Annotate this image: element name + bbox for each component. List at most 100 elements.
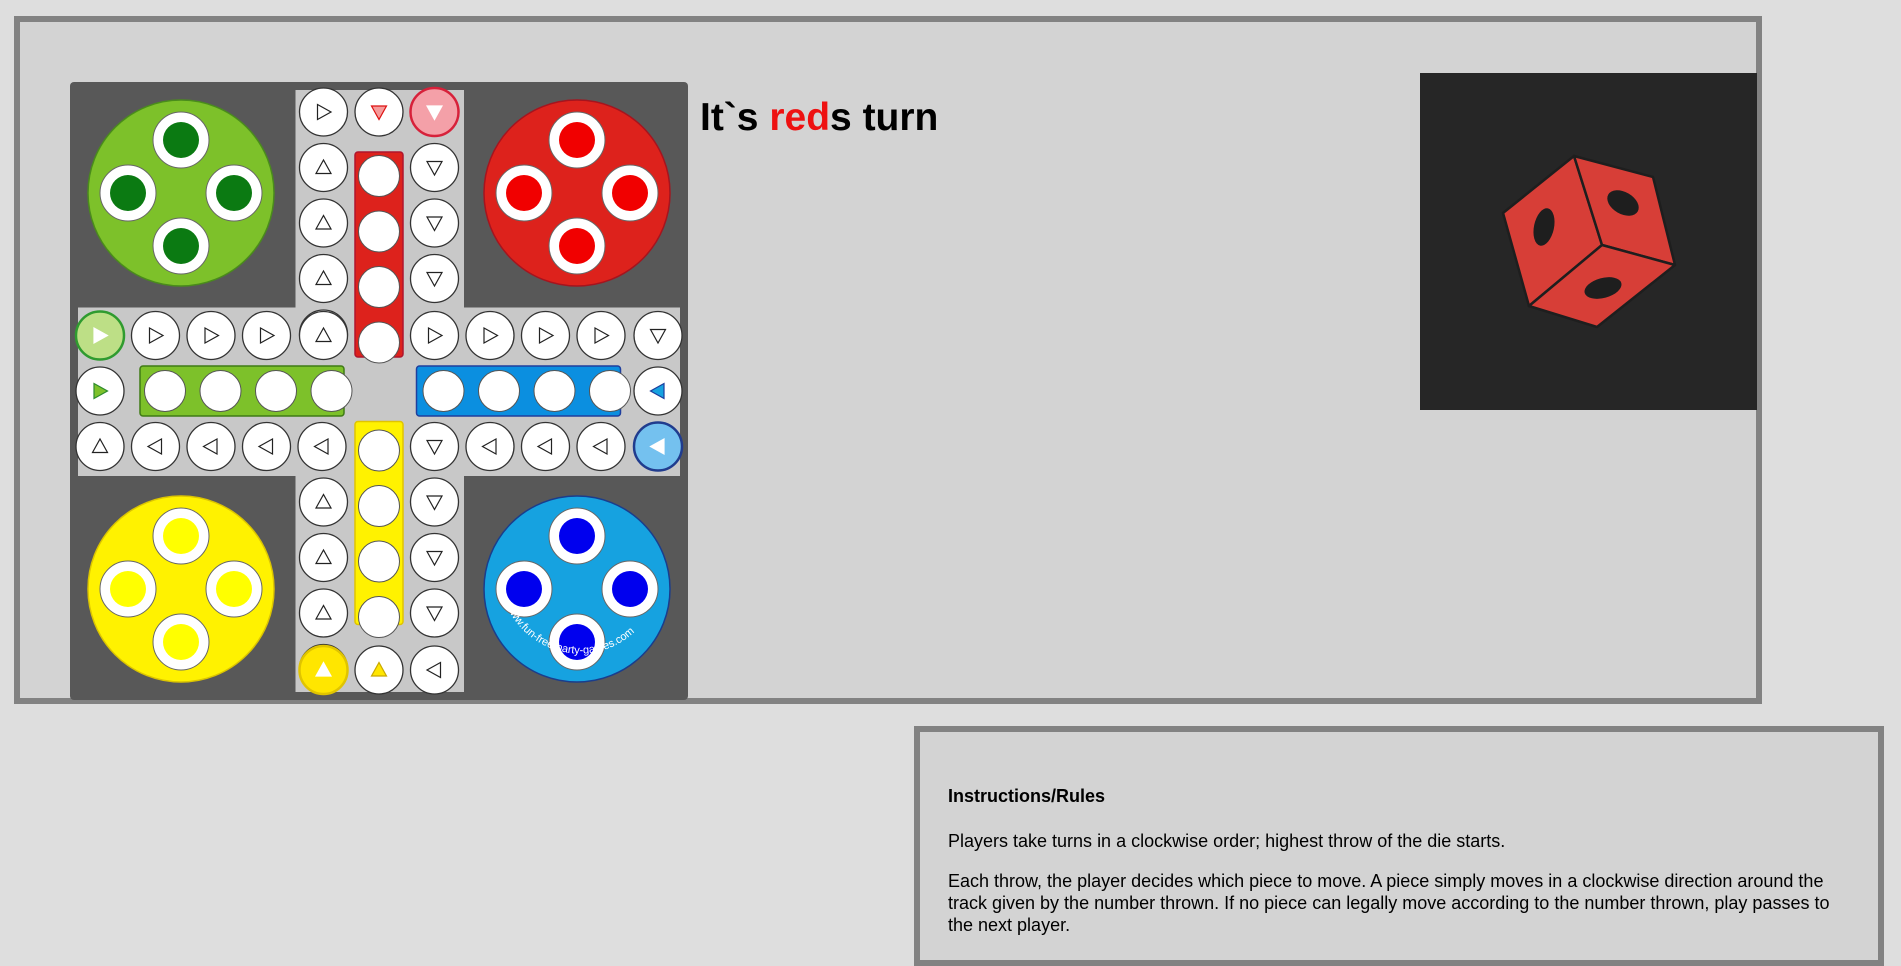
blue-start-cell[interactable]	[632, 421, 684, 472]
track-cell[interactable]	[186, 310, 236, 361]
cell-circle	[409, 588, 460, 638]
track-cell[interactable]	[298, 87, 349, 137]
track-cell[interactable]	[465, 310, 515, 361]
track-cell[interactable]	[520, 310, 571, 361]
yard-slot[interactable]	[205, 560, 263, 618]
track-cell[interactable]	[298, 310, 349, 361]
track-cell[interactable]	[409, 645, 460, 695]
track-cell[interactable]	[409, 421, 460, 472]
track-cell[interactable]	[520, 421, 571, 472]
home-cell[interactable]	[358, 321, 400, 364]
game-piece[interactable]	[110, 175, 146, 211]
game-piece[interactable]	[110, 571, 146, 607]
track-cell[interactable]	[298, 198, 349, 248]
track-cell[interactable]	[409, 253, 460, 304]
track-cell[interactable]	[409, 588, 460, 638]
home-cell[interactable]	[199, 370, 242, 412]
cell-circle	[298, 87, 349, 137]
yard-slot[interactable]	[548, 217, 606, 275]
home-cell[interactable]	[358, 540, 400, 583]
yard-slot[interactable]	[495, 560, 553, 618]
track-cell[interactable]	[298, 253, 349, 304]
home-cell[interactable]	[589, 370, 631, 412]
track-cell[interactable]	[297, 421, 347, 472]
track-cell[interactable]	[409, 477, 460, 527]
track-cell[interactable]	[465, 421, 515, 472]
cell-circle	[465, 310, 515, 361]
yard-slot[interactable]	[152, 217, 210, 275]
track-cell[interactable]	[354, 645, 404, 695]
yard-slot[interactable]	[548, 111, 606, 169]
yard-slot[interactable]	[152, 507, 210, 565]
yard-slot[interactable]	[152, 613, 210, 671]
game-piece[interactable]	[216, 175, 252, 211]
cell-circle	[298, 198, 349, 248]
track-cell[interactable]	[298, 142, 349, 193]
home-cell[interactable]	[422, 370, 465, 412]
cell-circle	[186, 421, 236, 472]
track-cell[interactable]	[409, 142, 460, 193]
die-icon[interactable]	[1420, 73, 1757, 410]
home-cell[interactable]	[144, 370, 186, 412]
track-cell[interactable]	[576, 310, 626, 361]
roll-dice-button[interactable]	[1420, 73, 1757, 410]
game-piece[interactable]	[559, 122, 595, 158]
game-piece[interactable]	[163, 624, 199, 660]
game-piece[interactable]	[163, 518, 199, 554]
game-piece[interactable]	[163, 122, 199, 158]
track-cell[interactable]	[298, 477, 349, 527]
track-cell[interactable]	[409, 198, 460, 248]
board-graphic[interactable]: www.fun-free-party-games.com	[70, 82, 688, 700]
ludo-board[interactable]: www.fun-free-party-games.com	[70, 82, 688, 700]
track-cell[interactable]	[409, 310, 460, 361]
game-piece[interactable]	[559, 518, 595, 554]
die-graphic	[1501, 154, 1677, 329]
track-cell[interactable]	[633, 366, 683, 416]
home-cell[interactable]	[533, 370, 576, 412]
home-cell[interactable]	[358, 429, 400, 472]
game-piece[interactable]	[612, 175, 648, 211]
cell-circle	[75, 421, 125, 472]
yard-slot[interactable]	[152, 111, 210, 169]
home-cell[interactable]	[358, 485, 400, 527]
track-cell[interactable]	[241, 421, 292, 472]
yard-slot[interactable]	[99, 164, 157, 222]
yard-slot[interactable]	[601, 560, 659, 618]
game-piece[interactable]	[612, 571, 648, 607]
home-cell[interactable]	[358, 596, 400, 638]
track-cell[interactable]	[130, 421, 181, 472]
cell-circle	[409, 310, 460, 361]
home-cell[interactable]	[310, 370, 353, 412]
red-start-cell[interactable]	[409, 86, 460, 138]
cell-circle	[241, 310, 292, 361]
track-cell[interactable]	[576, 421, 626, 472]
track-cell[interactable]	[354, 87, 404, 137]
yard-slot[interactable]	[205, 164, 263, 222]
yard-slot[interactable]	[99, 560, 157, 618]
track-cell[interactable]	[298, 588, 349, 638]
home-cell[interactable]	[358, 155, 400, 197]
track-cell[interactable]	[409, 532, 460, 583]
track-cell[interactable]	[130, 310, 181, 361]
track-cell[interactable]	[241, 310, 292, 361]
track-cell[interactable]	[75, 421, 125, 472]
game-piece[interactable]	[559, 228, 595, 264]
home-cell[interactable]	[358, 266, 400, 308]
home-cell[interactable]	[255, 370, 297, 412]
yard-slot[interactable]	[601, 164, 659, 222]
yellow-start-cell[interactable]	[298, 644, 349, 696]
track-cell[interactable]	[633, 310, 683, 361]
game-piece[interactable]	[216, 571, 252, 607]
game-piece[interactable]	[506, 571, 542, 607]
home-cell[interactable]	[358, 210, 400, 253]
yard-slot[interactable]	[495, 164, 553, 222]
yard-slot[interactable]	[548, 507, 606, 565]
game-piece[interactable]	[506, 175, 542, 211]
game-piece[interactable]	[163, 228, 199, 264]
cell-circle	[633, 310, 683, 361]
track-cell[interactable]	[298, 532, 349, 583]
track-cell[interactable]	[186, 421, 236, 472]
green-start-cell[interactable]	[74, 310, 126, 361]
track-cell[interactable]	[75, 366, 125, 416]
home-cell[interactable]	[478, 370, 520, 412]
